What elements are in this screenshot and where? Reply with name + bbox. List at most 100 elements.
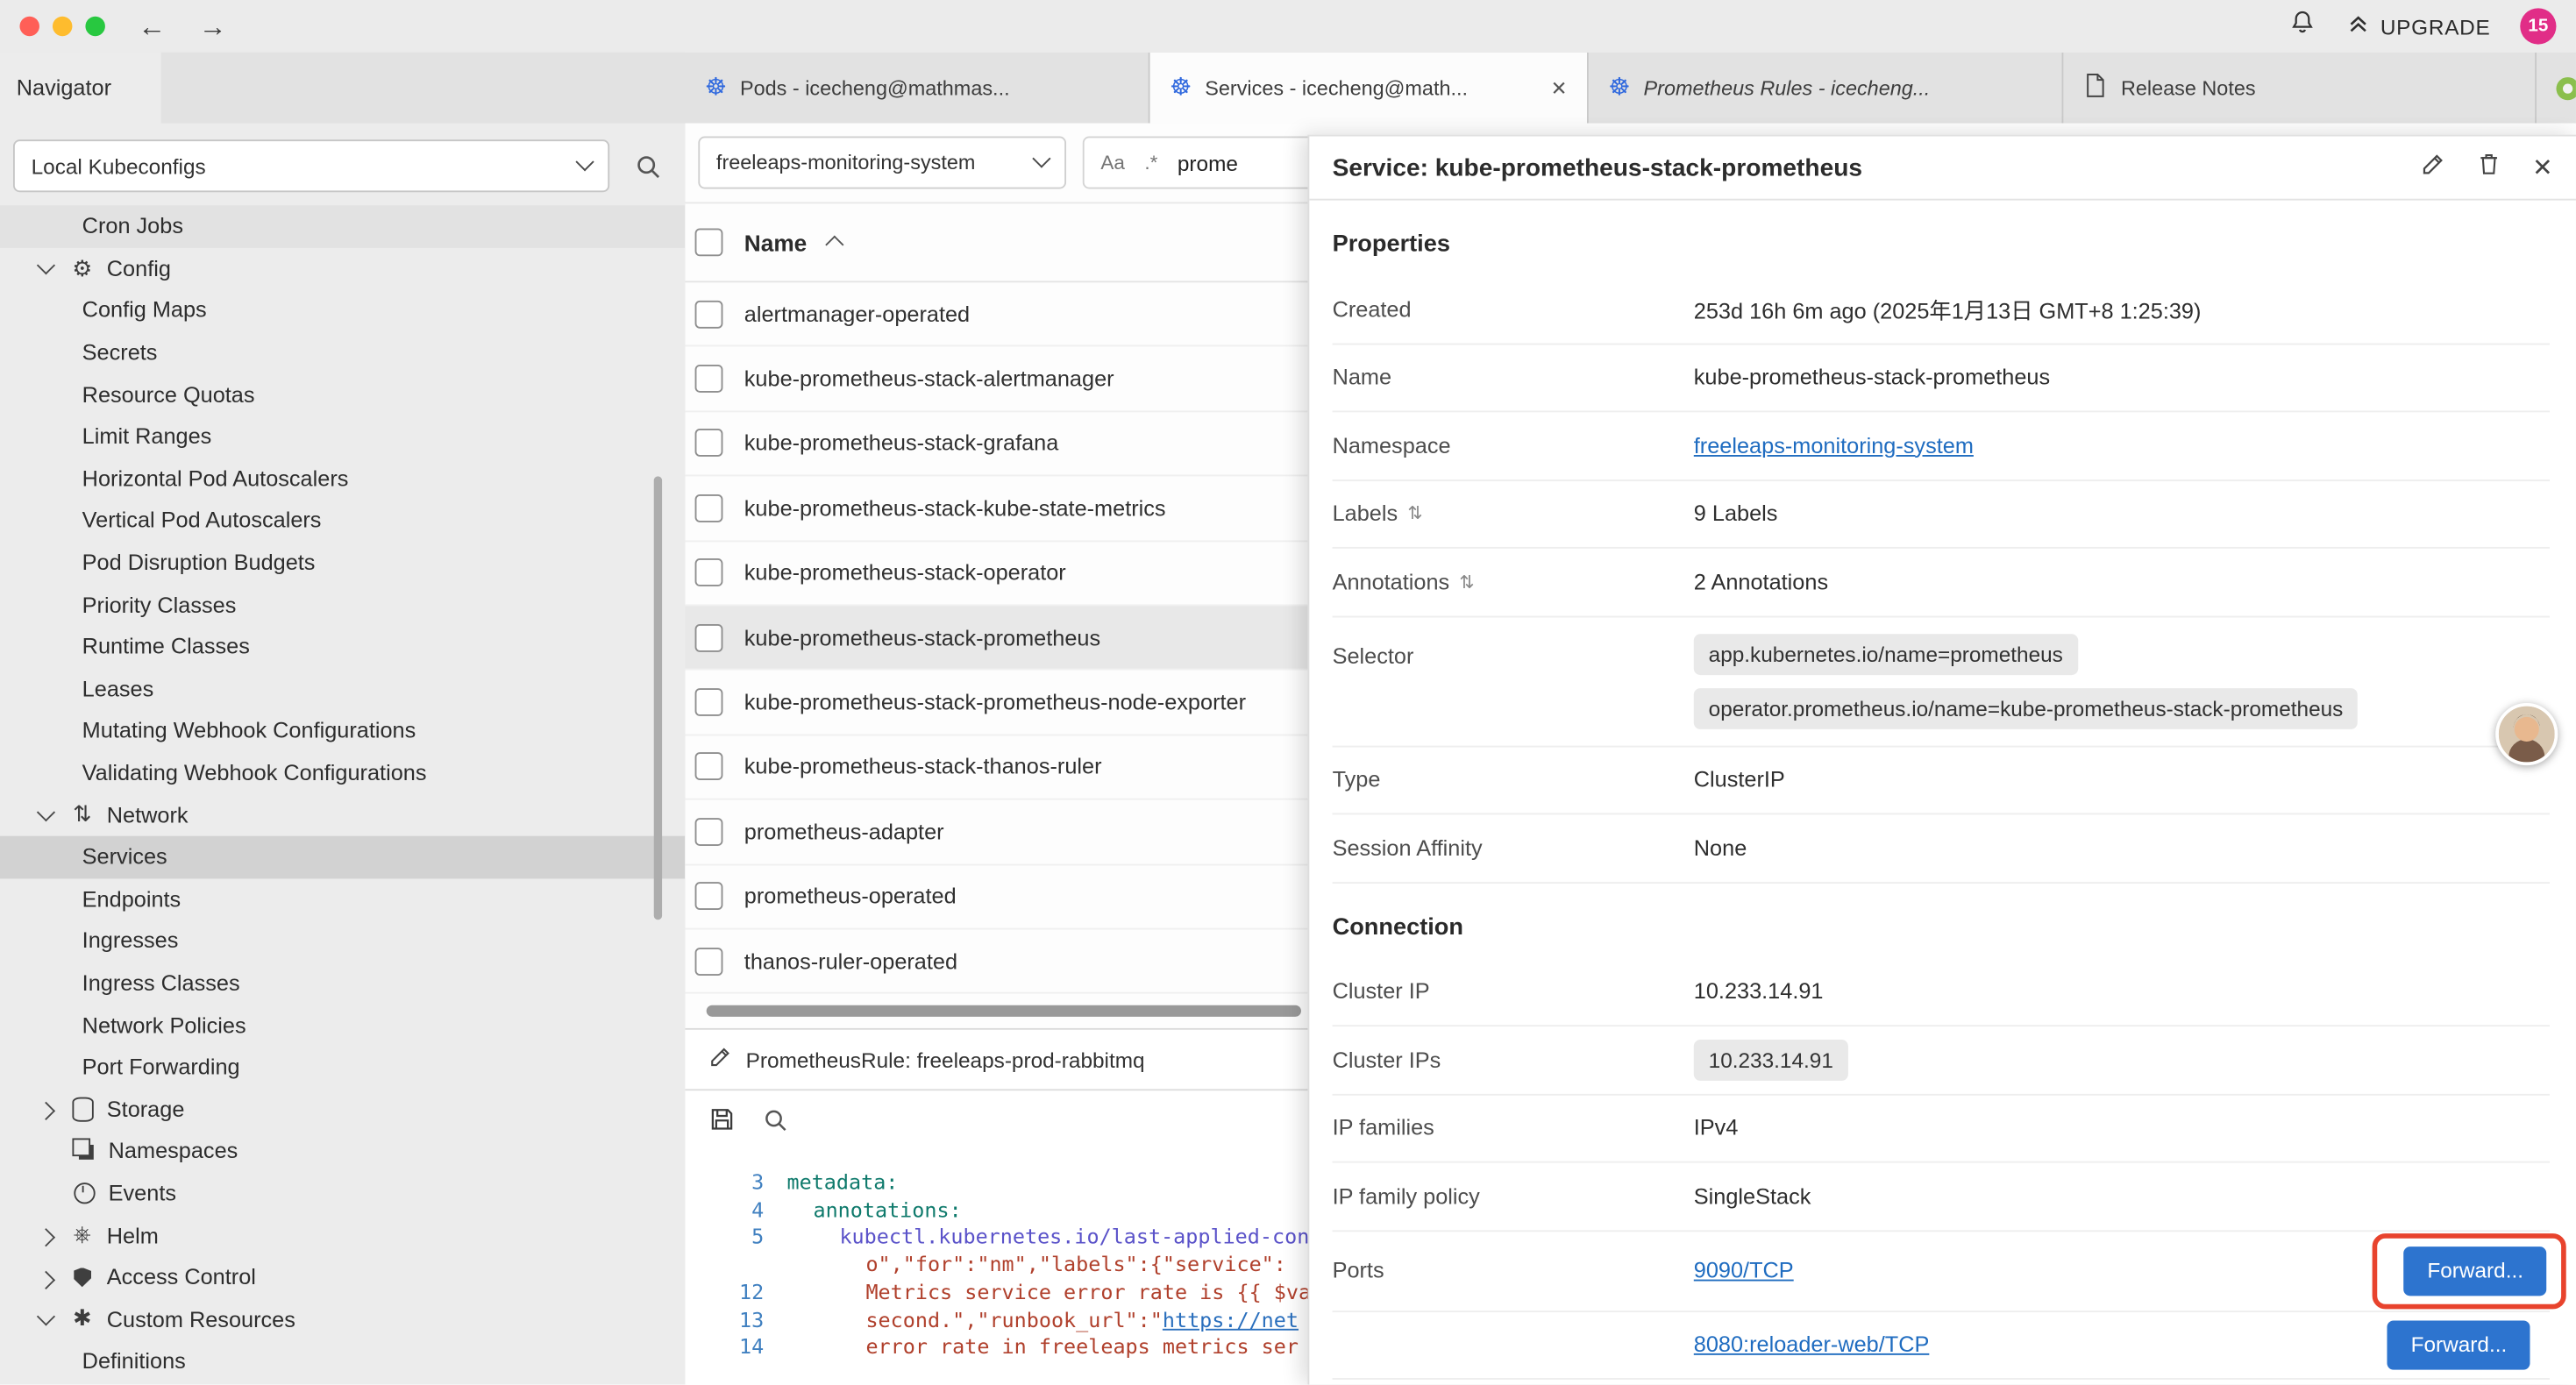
upgrade-button[interactable]: UPGRADE <box>2345 11 2490 41</box>
dock-tab-prometheusrule[interactable]: PrometheusRule: freeleaps-prod-rabbitmq <box>685 1030 1320 1089</box>
row-checkbox[interactable] <box>695 494 723 522</box>
sidebar-item-ingresses[interactable]: Ingresses <box>0 920 685 962</box>
row-checkbox[interactable] <box>695 559 723 587</box>
sidebar-item-resource-quotas[interactable]: Resource Quotas <box>0 373 685 416</box>
kubeconfig-selector-value: Local Kubeconfigs <box>32 153 206 178</box>
tab-pods[interactable]: ☸ Pods - icecheng@mathmas... <box>685 53 1149 124</box>
namespace-link[interactable]: freeleaps-monitoring-system <box>1694 433 1974 458</box>
detail-value: kube-prometheus-stack-prometheus <box>1694 365 2550 389</box>
sidebar-scrollbar[interactable] <box>654 476 662 920</box>
detail-row-session-affinity: Session Affinity None <box>1333 814 2550 883</box>
service-name: kube-prometheus-stack-prometheus-node-ex… <box>744 690 1246 714</box>
delete-icon[interactable] <box>2476 150 2502 186</box>
sidebar-item-horizontal-pod-autoscalers[interactable]: Horizontal Pod Autoscalers <box>0 458 685 500</box>
bell-icon[interactable] <box>2288 8 2316 44</box>
edit-icon[interactable] <box>2421 150 2447 184</box>
sidebar-item-definitions[interactable]: Definitions <box>0 1340 685 1382</box>
horizontal-scrollbar[interactable] <box>707 1005 1301 1017</box>
minimize-window-button[interactable] <box>53 17 72 36</box>
notification-count-badge[interactable]: 15 <box>2520 8 2556 44</box>
detail-panel: Service: kube-prometheus-stack-prometheu… <box>1307 135 2575 1385</box>
port-link[interactable]: 9090/TCP <box>1694 1258 1794 1282</box>
row-checkbox[interactable] <box>695 300 723 328</box>
row-checkbox[interactable] <box>695 430 723 458</box>
sidebar-item-runtime-classes[interactable]: Runtime Classes <box>0 626 685 668</box>
sort-toggle-icon[interactable]: ⇅ <box>1459 572 1474 593</box>
search-icon[interactable] <box>623 141 672 190</box>
row-checkbox[interactable] <box>695 947 723 975</box>
sidebar-item-label: Network Policies <box>82 1012 246 1037</box>
detail-label: Cluster IP <box>1333 979 1694 1004</box>
forward-arrow-icon[interactable]: → <box>199 12 227 40</box>
forward-button[interactable]: Forward... <box>2387 1320 2530 1369</box>
chevron-right-icon[interactable] <box>37 1270 55 1289</box>
search-icon[interactable] <box>762 1106 788 1140</box>
tab-argo[interactable]: Argo S... <box>2537 53 2576 124</box>
match-case-toggle[interactable]: Aa <box>1100 151 1125 174</box>
sidebar-item-port-forwarding[interactable]: Port Forwarding <box>0 1046 685 1088</box>
search-value: prome <box>1178 150 1238 174</box>
sort-toggle-icon[interactable]: ⇅ <box>1407 503 1422 524</box>
sidebar-item-limit-ranges[interactable]: Limit Ranges <box>0 416 685 458</box>
column-header-name[interactable]: Name <box>744 229 807 255</box>
sidebar-item-ingress-classes[interactable]: Ingress Classes <box>0 962 685 1004</box>
row-checkbox[interactable] <box>695 623 723 651</box>
tab-services[interactable]: ☸ Services - icecheng@math... ✕ <box>1150 53 1589 124</box>
sidebar-item-config[interactable]: ⚙Config <box>0 247 685 289</box>
section-heading-connection: Connection <box>1333 906 2550 948</box>
port-link[interactable]: 8080:reloader-web/TCP <box>1694 1332 1930 1357</box>
detail-label: Ports <box>1333 1258 1694 1282</box>
sidebar-item-network-policies[interactable]: Network Policies <box>0 1004 685 1046</box>
namespace-filter-select[interactable]: freeleaps-monitoring-system <box>698 137 1066 189</box>
sidebar-item-custom-resources[interactable]: ✱Custom Resources <box>0 1298 685 1340</box>
detail-label: IP families <box>1333 1116 1694 1140</box>
chevron-right-icon[interactable] <box>37 1228 55 1246</box>
sidebar-item-services[interactable]: Services <box>0 836 685 878</box>
navigator-sidebar: Local Kubeconfigs Cron Jobs⚙ConfigConfig… <box>0 124 687 1385</box>
tab-prometheus-rules[interactable]: ☸ Prometheus Rules - icecheng... <box>1589 53 2063 124</box>
regex-toggle[interactable]: .* <box>1144 151 1157 174</box>
chevron-down-icon[interactable] <box>37 257 55 275</box>
user-avatar[interactable] <box>2495 703 2558 765</box>
sort-ascending-icon[interactable] <box>826 236 844 254</box>
close-icon[interactable]: ✕ <box>2532 155 2553 180</box>
chevron-down-icon[interactable] <box>37 1308 55 1326</box>
sidebar-item-config-maps[interactable]: Config Maps <box>0 289 685 331</box>
chevron-right-icon[interactable] <box>37 1102 55 1120</box>
save-icon[interactable] <box>708 1105 737 1141</box>
detail-row-ip-family-policy: IP family policy SingleStack <box>1333 1163 2550 1232</box>
sidebar-item-vertical-pod-autoscalers[interactable]: Vertical Pod Autoscalers <box>0 500 685 542</box>
sidebar-item-secrets[interactable]: Secrets <box>0 331 685 373</box>
sidebar-item-label: Network <box>107 803 189 827</box>
tabs: ☸ Pods - icecheng@mathmas... ☸ Services … <box>685 53 2576 124</box>
sidebar-item-label: Secrets <box>82 340 158 365</box>
sidebar-item-leases[interactable]: Leases <box>0 668 685 710</box>
sidebar-item-storage[interactable]: Storage <box>0 1088 685 1130</box>
sidebar-item-access-control[interactable]: Access Control <box>0 1256 685 1298</box>
detail-value: 10.233.14.91 <box>1694 979 2550 1004</box>
close-tab-icon[interactable]: ✕ <box>1538 76 1568 99</box>
back-arrow-icon[interactable]: ← <box>138 12 166 40</box>
sidebar-item-priority-classes[interactable]: Priority Classes <box>0 584 685 626</box>
sidebar-item-pod-disruption-budgets[interactable]: Pod Disruption Budgets <box>0 542 685 584</box>
sidebar-item-endpoints[interactable]: Endpoints <box>0 877 685 920</box>
row-checkbox[interactable] <box>695 818 723 846</box>
sidebar-item-cron-jobs[interactable]: Cron Jobs <box>0 205 685 247</box>
zoom-window-button[interactable] <box>85 17 104 36</box>
kubeconfig-selector[interactable]: Local Kubeconfigs <box>13 139 609 192</box>
sidebar-item-helm[interactable]: ⎈Helm <box>0 1214 685 1256</box>
sidebar-item-mutating-webhook-configurations[interactable]: Mutating Webhook Configurations <box>0 710 685 752</box>
select-all-checkbox[interactable] <box>695 228 723 256</box>
close-window-button[interactable] <box>19 17 39 36</box>
sidebar-item-validating-webhook-configurations[interactable]: Validating Webhook Configurations <box>0 752 685 794</box>
row-checkbox[interactable] <box>695 753 723 781</box>
sidebar-item-network[interactable]: ⇅Network <box>0 794 685 836</box>
tab-release-notes[interactable]: Release Notes <box>2063 53 2537 124</box>
row-checkbox[interactable] <box>695 688 723 716</box>
sidebar-item-namespaces[interactable]: Namespaces <box>0 1130 685 1172</box>
row-checkbox[interactable] <box>695 883 723 911</box>
chevron-down-icon[interactable] <box>37 803 55 821</box>
sidebar-item-events[interactable]: Events <box>0 1172 685 1214</box>
forward-button[interactable]: Forward... <box>2404 1246 2546 1295</box>
row-checkbox[interactable] <box>695 365 723 393</box>
